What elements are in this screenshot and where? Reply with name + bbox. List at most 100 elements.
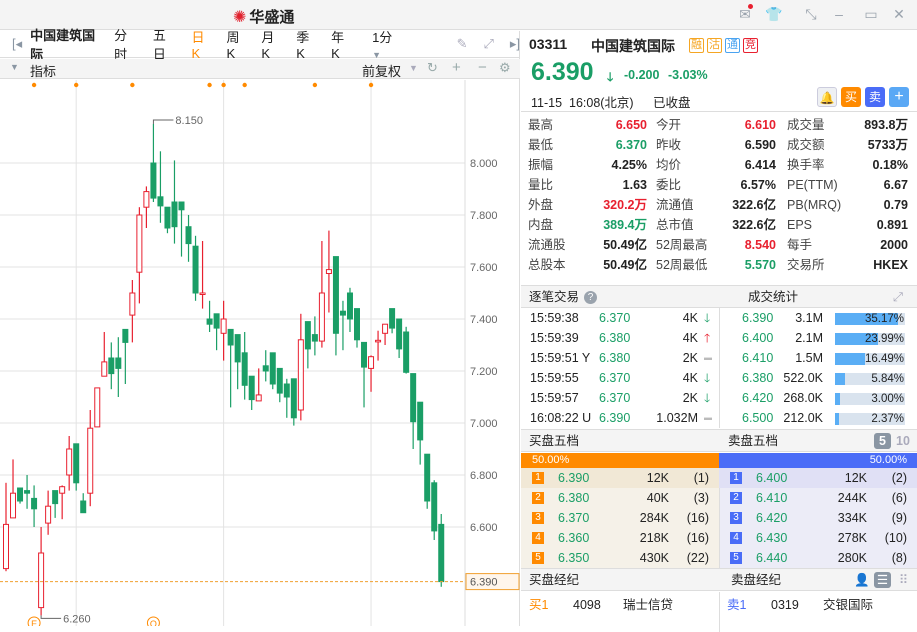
level-price[interactable]: 6.410: [756, 488, 787, 508]
stat-label: 均价: [656, 158, 682, 172]
tab-daily-k[interactable]: 日K: [192, 27, 211, 61]
depth-5-button[interactable]: 5: [874, 433, 891, 449]
collapse-left-icon[interactable]: [◂: [12, 36, 22, 52]
y-tick-label: 7.600: [470, 262, 498, 274]
tab-weekly-k[interactable]: 周K: [226, 27, 245, 61]
candle-body: [248, 375, 255, 401]
level-volume: 284K: [639, 511, 669, 525]
level-volume: 244K: [837, 491, 867, 505]
level-volume: 334K: [837, 511, 867, 525]
tab-5day[interactable]: 五日: [153, 25, 176, 63]
dist-pct: 16.49%: [864, 353, 904, 365]
refresh-icon[interactable]: ↻: [427, 60, 438, 76]
list-view-icon[interactable]: ☰: [874, 572, 891, 588]
dist-bar: 16.49%: [835, 353, 905, 365]
dist-bar: 3.00%: [835, 393, 905, 405]
candle-body: [410, 373, 417, 423]
candle-body: [255, 394, 262, 402]
candle-body: [290, 378, 297, 419]
level-price[interactable]: 6.430: [756, 528, 787, 548]
level-price[interactable]: 6.390: [558, 468, 589, 488]
level-price[interactable]: 6.380: [558, 488, 589, 508]
shrink-icon[interactable]: ⤡: [802, 6, 820, 23]
dist-price: 6.400: [742, 331, 774, 345]
sell-button[interactable]: 卖: [865, 87, 885, 107]
level-count: (8): [891, 551, 907, 565]
chevron-down-icon[interactable]: ▼: [10, 62, 19, 72]
event-dot: [242, 82, 247, 88]
expand-icon[interactable]: ⤢: [893, 286, 903, 308]
dist-bar-fill: [835, 413, 840, 425]
y-tick-label: 7.200: [470, 366, 498, 378]
skin-icon[interactable]: 👕: [765, 6, 783, 23]
settings-icon[interactable]: ⚙: [499, 60, 511, 76]
adjust-select[interactable]: 前复权: [362, 61, 401, 80]
candle-body: [87, 427, 94, 494]
stat-value: 893.8万: [864, 118, 908, 132]
ask-title: 卖盘五档: [728, 434, 779, 448]
level-price[interactable]: 6.360: [558, 528, 589, 548]
close-icon[interactable]: ✕: [890, 6, 908, 23]
user-icon[interactable]: 👤: [854, 569, 870, 591]
tab-quarterly-k[interactable]: 季K: [296, 27, 315, 61]
tag-connect: 通: [725, 38, 740, 53]
stat-value: 6.590: [744, 138, 776, 152]
help-icon[interactable]: ?: [584, 291, 597, 304]
tick-volume: 2K: [682, 351, 698, 365]
ask-broker-title: 卖盘经纪: [731, 573, 782, 587]
collapse-right-icon[interactable]: ▸]: [510, 36, 520, 52]
stat-label: 内盘: [528, 218, 554, 232]
candlestick-chart[interactable]: 8.000 7.800 7.600 7.400 7.200 7.000 6.800 6.600…: [0, 80, 520, 626]
candle-body: [199, 292, 206, 295]
grid-view-icon[interactable]: ⠿: [899, 569, 908, 591]
tick-volume: 4K: [682, 331, 698, 345]
dist-bar: 5.84%: [835, 373, 905, 385]
fullscreen-icon[interactable]: ⤢: [483, 36, 493, 52]
zoom-out-icon[interactable]: −: [478, 59, 487, 76]
bid-broker-name[interactable]: 瑞士信贷: [623, 595, 673, 615]
max-label: 8.150: [175, 115, 203, 127]
tick-price: 6.370: [599, 371, 631, 385]
stat-label: 昨收: [656, 138, 682, 152]
event-marker-label: E: [31, 619, 37, 626]
candle-body: [213, 313, 220, 329]
dist-volume: 268.0K: [783, 391, 823, 405]
interval-select[interactable]: 1分 ▼: [372, 27, 429, 61]
candle-body: [3, 523, 9, 570]
level-price[interactable]: 6.370: [558, 508, 589, 528]
stat-label: 流通股: [528, 238, 566, 252]
level-price[interactable]: 6.440: [756, 548, 787, 568]
zoom-in-icon[interactable]: +: [452, 59, 461, 76]
level-volume: 278K: [837, 531, 867, 545]
candle-body: [178, 201, 185, 211]
y-tick-label: 7.400: [470, 314, 498, 326]
tab-monthly-k[interactable]: 月K: [261, 27, 280, 61]
tick-volume: 1.032M: [656, 411, 698, 425]
candle-body: [389, 308, 396, 329]
tick-price: 6.380: [599, 351, 631, 365]
event-dot: [130, 82, 135, 88]
tab-fenshi[interactable]: 分时: [114, 25, 137, 63]
add-watchlist-button[interactable]: +: [889, 87, 909, 107]
ask-broker-name[interactable]: 交银国际: [823, 595, 873, 615]
title-bar: ✺ 华盛通 ✉ 👕 ⤡ – ▭ ✕: [0, 0, 917, 30]
stat-label: 外盘: [528, 198, 554, 212]
stat-value: 5733万: [867, 138, 908, 152]
level-price[interactable]: 6.400: [756, 468, 787, 488]
candle-body: [227, 328, 234, 346]
candle-body: [94, 387, 101, 428]
indicator-button[interactable]: 指标: [30, 61, 56, 80]
maximize-icon[interactable]: ▭: [862, 6, 880, 23]
mail-icon[interactable]: ✉: [736, 4, 754, 23]
dist-volume: 3.1M: [795, 311, 823, 325]
dist-bar-fill: [835, 353, 866, 365]
depth-10-button[interactable]: 10: [896, 430, 910, 452]
chevron-down-icon[interactable]: ▼: [409, 63, 418, 73]
level-price[interactable]: 6.420: [756, 508, 787, 528]
buy-button[interactable]: 买: [841, 87, 861, 107]
minimize-icon[interactable]: –: [830, 6, 848, 22]
pen-icon[interactable]: ✎: [457, 36, 468, 52]
tab-yearly-k[interactable]: 年K: [331, 27, 350, 61]
alert-bell-icon[interactable]: 🔔: [817, 87, 837, 107]
level-price[interactable]: 6.350: [558, 548, 589, 568]
